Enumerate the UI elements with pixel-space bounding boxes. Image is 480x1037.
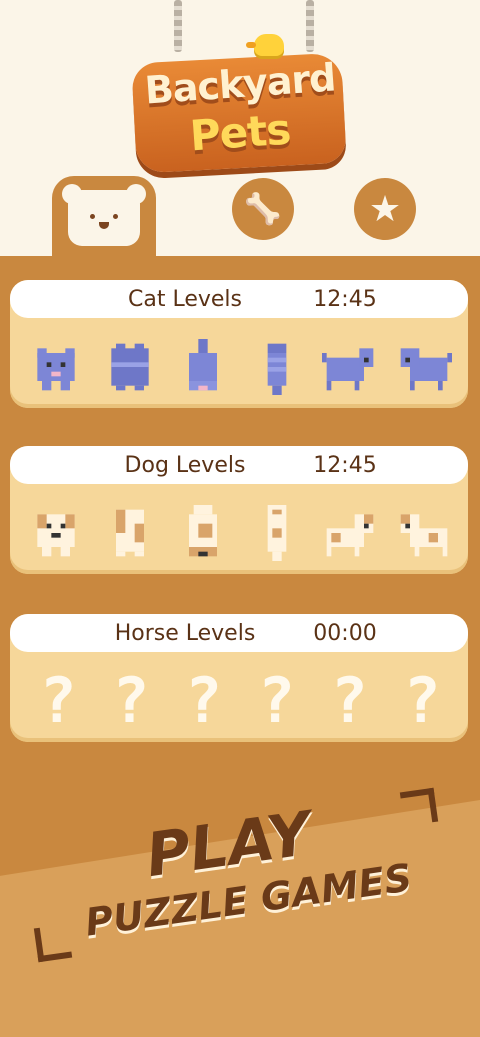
duck-icon <box>246 34 284 56</box>
logo-line-2: Pets <box>188 104 292 161</box>
tab-bone[interactable]: 🦴 <box>232 178 294 240</box>
horse-levels-card[interactable]: Horse Levels 00:00 ? ? ? ? ? ? <box>10 614 468 742</box>
locked-level-5-icon[interactable]: ? <box>319 668 379 734</box>
bracket-bottom-left-icon <box>33 923 73 963</box>
horse-levels-header: Horse Levels 00:00 <box>10 614 468 652</box>
cat-level-4-icon[interactable] <box>249 338 305 396</box>
cat-level-row <box>28 332 452 402</box>
level-time: 12:45 <box>313 452 377 478</box>
bone-icon: 🦴 <box>244 191 282 227</box>
tab-star[interactable]: ★ <box>354 178 416 240</box>
level-time: 00:00 <box>313 620 377 646</box>
cat-levels-card[interactable]: Cat Levels 12:45 <box>10 280 468 408</box>
tab-dog[interactable] <box>52 176 156 260</box>
dog-levels-card[interactable]: Dog Levels 12:45 <box>10 446 468 574</box>
header-area: Backyard Pets 🦴 ★ <box>0 0 480 260</box>
bracket-top-right-icon <box>399 787 439 827</box>
dog-level-2-icon[interactable] <box>102 504 158 562</box>
dog-level-3-icon[interactable] <box>175 504 231 562</box>
horse-level-row: ? ? ? ? ? ? <box>28 666 452 736</box>
dog-level-row <box>28 498 452 568</box>
star-icon: ★ <box>368 188 402 230</box>
dog-level-1-icon[interactable] <box>28 504 84 562</box>
locked-level-3-icon[interactable]: ? <box>174 668 234 734</box>
locked-level-1-icon[interactable]: ? <box>28 668 88 734</box>
locked-level-6-icon[interactable]: ? <box>392 668 452 734</box>
cat-level-6-icon[interactable] <box>396 338 452 396</box>
locked-level-4-icon[interactable]: ? <box>246 668 306 734</box>
cat-level-3-icon[interactable] <box>175 338 231 396</box>
cat-levels-header: Cat Levels 12:45 <box>10 280 468 318</box>
cat-level-2-icon[interactable] <box>102 338 158 396</box>
dog-levels-header: Dog Levels 12:45 <box>10 446 468 484</box>
app-logo: Backyard Pets <box>126 34 352 176</box>
dog-level-5-icon[interactable] <box>322 504 378 562</box>
locked-level-2-icon[interactable]: ? <box>101 668 161 734</box>
dog-level-4-icon[interactable] <box>249 504 305 562</box>
dog-level-6-icon[interactable] <box>396 504 452 562</box>
cat-level-5-icon[interactable] <box>322 338 378 396</box>
dog-face-icon <box>62 184 146 246</box>
cat-level-1-icon[interactable] <box>28 338 84 396</box>
level-time: 12:45 <box>313 286 377 312</box>
